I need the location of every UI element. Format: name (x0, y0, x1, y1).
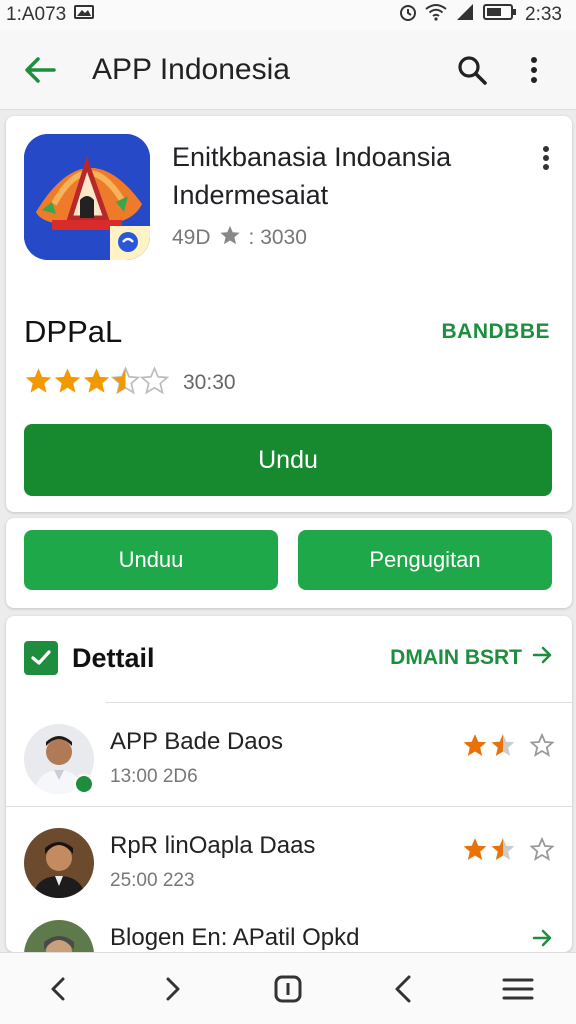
status-left-text: 1:A073 (6, 4, 67, 25)
status-time: 2:33 (525, 4, 562, 25)
item-subtitle: 25:00 223 (110, 870, 195, 891)
list-item[interactable]: APP Bade Daos 13:00 2D6 (6, 706, 572, 806)
verified-badge-icon (74, 774, 94, 794)
meta-left: 49D (172, 226, 211, 249)
meta-right: : 3030 (248, 226, 307, 249)
item-rating (462, 732, 555, 763)
star-outline-icon (139, 366, 170, 400)
chevron-left-icon[interactable] (30, 961, 86, 1017)
star-half-icon (490, 836, 516, 867)
item-subtitle: 13:00 2D6 (110, 766, 198, 787)
page-title: APP Indonesia (92, 52, 290, 86)
star-icon (219, 224, 241, 252)
star-outline-icon (529, 836, 555, 866)
detail-title: Dettail (72, 642, 155, 673)
wifi-icon (425, 3, 447, 27)
signal-icon (455, 3, 475, 27)
arrow-left-icon[interactable] (20, 50, 60, 90)
chevron-right-icon[interactable] (145, 961, 201, 1017)
app-card: Enitkbanasia Indoansia Indermesaiat 49D … (6, 116, 572, 512)
arrow-right-icon (532, 645, 554, 671)
item-title: RpR linOapla Daas (110, 832, 316, 859)
star-icon (462, 732, 488, 763)
rating-stars (24, 366, 170, 400)
detail-link[interactable]: DMAIN BSRT (390, 645, 554, 671)
divider (106, 702, 572, 703)
star-icon (82, 366, 111, 400)
avatar (24, 920, 94, 952)
tabs-icon[interactable] (260, 961, 316, 1017)
developer-name[interactable]: DPPaL (24, 314, 122, 350)
bottom-nav (0, 952, 576, 1024)
alarm-icon (399, 2, 417, 28)
star-half-icon (110, 366, 141, 400)
detail-card: Dettail DMAIN BSRT APP Bade Daos 13:00 2… (6, 616, 572, 952)
app-logo (24, 134, 150, 260)
check-icon (24, 641, 58, 675)
star-half-icon (490, 732, 516, 763)
app-meta: 49D : 3030 (172, 224, 307, 252)
list-item[interactable]: Blogen En: APatil Opkd (6, 902, 572, 952)
star-icon (24, 366, 53, 400)
image-icon (74, 4, 95, 26)
back-icon[interactable] (375, 961, 431, 1017)
detail-link-label: DMAIN BSRT (390, 646, 522, 669)
arrow-right-icon[interactable] (532, 928, 554, 948)
status-bar: 1:A073 2:33 (0, 0, 576, 30)
more-vert-icon[interactable] (512, 48, 556, 92)
download-secondary-button[interactable]: Unduu (24, 530, 278, 590)
menu-icon[interactable] (490, 961, 546, 1017)
app-name: Enitkbanasia Indoansia Indermesaiat (172, 142, 452, 210)
more-vert-icon[interactable] (530, 142, 562, 174)
star-outline-icon (529, 732, 555, 762)
search-icon[interactable] (450, 48, 494, 92)
app-bar: APP Indonesia (0, 30, 576, 110)
star-icon (462, 836, 488, 867)
download-button[interactable]: Undu (24, 424, 552, 496)
star-icon (53, 366, 82, 400)
list-item[interactable]: RpR linOapla Daas 25:00 223 (6, 810, 572, 910)
rating-count: 30:30 (183, 371, 236, 394)
settings-button[interactable]: Pengugitan (298, 530, 552, 590)
developer-tag: BANDBBE (441, 320, 550, 343)
item-rating (462, 836, 555, 867)
divider (6, 806, 572, 807)
rating: 30:30 (24, 366, 236, 400)
item-title: Blogen En: APatil Opkd (110, 924, 360, 951)
detail-header: Dettail DMAIN BSRT (6, 616, 572, 700)
battery-icon (483, 3, 517, 27)
action-row: Unduu Pengugitan (6, 518, 572, 608)
item-title: APP Bade Daos (110, 728, 284, 755)
avatar (24, 828, 94, 898)
